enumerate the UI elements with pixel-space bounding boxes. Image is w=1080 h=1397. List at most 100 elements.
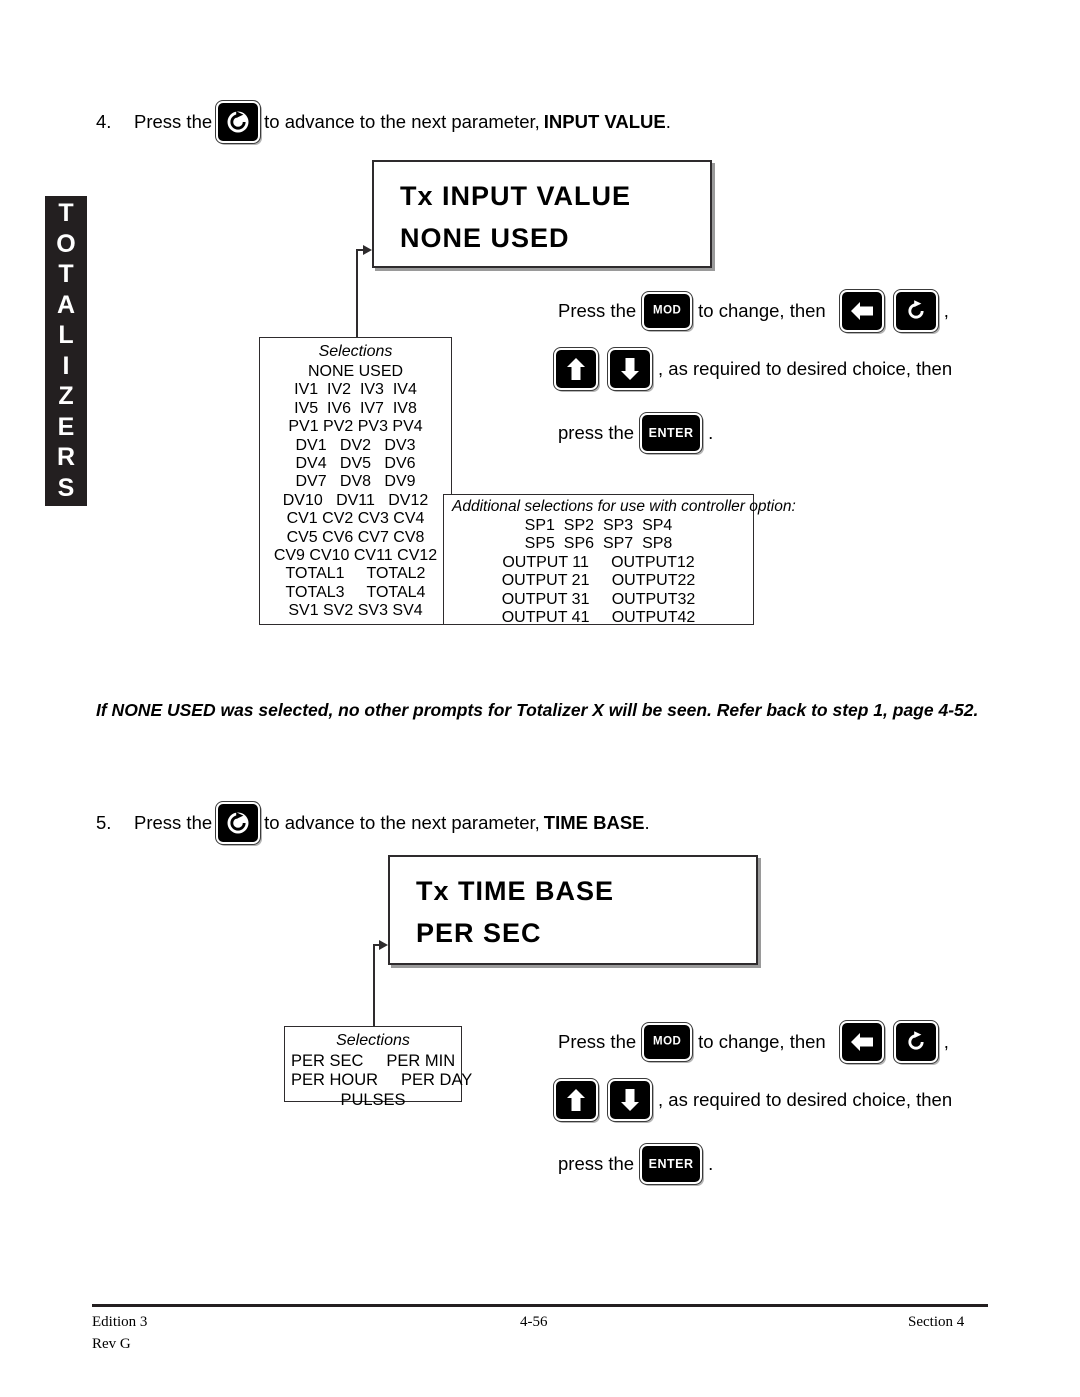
footer-rev-text: Rev G	[92, 1335, 131, 1352]
additional-selection-row: SP5 SP6 SP7 SP8	[524, 535, 673, 553]
instruction-line-2: , as required to desired choice, then	[552, 1074, 958, 1126]
left-arrow-icon	[850, 302, 873, 320]
step-4-number: 4.	[96, 111, 112, 132]
step-5-text-after: to advance to the next parameter,	[264, 812, 540, 833]
tab-letter: R	[56, 443, 76, 472]
selection-row: IV1 IV2 IV3 IV4	[294, 381, 417, 399]
enter-key[interactable]: ENTER	[639, 1143, 704, 1185]
loop-arrow-icon	[908, 1031, 924, 1050]
loop-arrow-icon	[227, 111, 249, 133]
up-arrow-key[interactable]	[553, 1078, 599, 1122]
instructions-time-base: Press the MOD to change, then , , as req…	[552, 1016, 958, 1190]
step-4-parameter: INPUT VALUE	[543, 111, 666, 132]
instructions-input-value: Press the MOD to change, then , , as req…	[552, 285, 958, 459]
selections-box-time-base: Selections PER SEC PER MIN PER HOUR PER …	[284, 1026, 472, 1109]
footer-edition-text: Edition 3	[92, 1314, 148, 1330]
up-arrow-icon	[567, 358, 585, 380]
instr2-text-c: , as required to desired choice, then	[658, 1089, 953, 1110]
note-none-used: If NONE USED was selected, no other prom…	[96, 688, 996, 734]
loop-arrow-key[interactable]	[215, 100, 262, 144]
selection-row: SV1 SV2 SV3 SV4	[288, 602, 423, 620]
left-arrow-key[interactable]	[838, 289, 885, 333]
lcd-display-time-base: Tx TIME BASE PER SEC	[388, 855, 758, 965]
selections-title: Selections	[336, 1032, 410, 1049]
selection-row: CV5 CV6 CV7 CV8	[286, 528, 425, 546]
lcd-display-input-value: Tx INPUT VALUE NONE USED	[372, 160, 712, 268]
lcd-line-1: Tx INPUT VALUE	[400, 181, 632, 211]
instruction-line-1: Press the MOD to change, then ,	[552, 285, 958, 337]
footer-rule	[92, 1304, 988, 1307]
instr2-comma: ,	[943, 1031, 949, 1052]
mod-key[interactable]: MOD	[641, 1022, 694, 1062]
instr2-period: .	[708, 1153, 714, 1174]
instr1-text-a: Press the	[558, 300, 637, 321]
instr2-text-b: to change, then	[698, 1031, 826, 1052]
step-5-parameter: TIME BASE	[543, 812, 645, 833]
tab-letter: T	[58, 260, 74, 289]
down-arrow-key[interactable]	[607, 1078, 653, 1122]
additional-selection-row: SP1 SP2 SP3 SP4	[524, 516, 673, 534]
selection-row: IV5 IV6 IV7 IV8	[294, 399, 417, 417]
connector-arrow-2	[379, 940, 388, 950]
down-arrow-key[interactable]	[607, 347, 653, 391]
additional-selection-row: OUTPUT 41 OUTPUT42	[501, 609, 696, 627]
up-arrow-key[interactable]	[553, 347, 599, 391]
selection-row: DV4 DV5 DV6	[295, 454, 416, 472]
loop-arrow-icon	[908, 300, 924, 319]
left-arrow-key[interactable]	[838, 1020, 885, 1064]
tab-letter: A	[56, 290, 76, 319]
tab-letter: E	[57, 412, 75, 441]
selection-row: DV7 DV8 DV9	[295, 473, 416, 491]
step-4-text-before: Press the	[134, 111, 213, 132]
step-5-text-before: Press the	[134, 812, 213, 833]
selection-row: CV1 CV2 CV3 CV4	[286, 510, 425, 528]
additional-selection-row: OUTPUT 31 OUTPUT32	[501, 590, 696, 608]
instruction-line-1: Press the MOD to change, then ,	[552, 1016, 958, 1068]
tab-letter: T	[58, 199, 74, 228]
tab-letter: S	[57, 473, 75, 502]
up-arrow-icon	[567, 1089, 585, 1111]
section-tab-totalizers: T O T A L I Z E R S	[45, 196, 87, 506]
mod-key-label: MOD	[652, 1035, 682, 1048]
tab-letter: Z	[58, 382, 74, 411]
instruction-line-2: , as required to desired choice, then	[552, 343, 958, 395]
instruction-line-3: press the ENTER .	[552, 407, 958, 459]
loop-arrow-key[interactable]	[215, 801, 262, 845]
step-5-number: 5.	[96, 812, 112, 833]
connector-vertical-1	[356, 249, 358, 337]
manual-page: T O T A L I Z E R S 4. Press the to adva…	[0, 0, 1080, 1397]
connector-vertical-2	[373, 944, 375, 1026]
footer-section: Section 4	[908, 1314, 965, 1330]
loop-arrow-key[interactable]	[892, 1020, 939, 1064]
enter-key[interactable]: ENTER	[639, 412, 704, 454]
instr1-period: .	[708, 422, 714, 443]
selection-row: NONE USED	[307, 363, 404, 380]
step-5: 5. Press the to advance to the next para…	[96, 801, 650, 845]
instr1-comma: ,	[943, 300, 949, 321]
mod-key[interactable]: MOD	[641, 291, 694, 331]
instr1-text-c: , as required to desired choice, then	[658, 358, 953, 379]
tab-letter: O	[56, 229, 76, 258]
lcd-line-2: NONE USED	[400, 222, 570, 253]
down-arrow-icon	[621, 358, 639, 380]
instr1-text-d: press the	[558, 422, 635, 443]
enter-key-label: ENTER	[648, 1156, 694, 1171]
selection-row: CV9 CV10 CV11 CV12	[273, 546, 438, 564]
note-text: If NONE USED was selected, no other prom…	[96, 700, 979, 720]
loop-arrow-key[interactable]	[892, 289, 939, 333]
footer-page-number: 4-56	[520, 1314, 548, 1330]
additional-selection-row: OUTPUT 11 OUTPUT12	[502, 553, 695, 571]
additional-selections-title: Additional selections for use with contr…	[452, 498, 796, 515]
lcd-line-1: Tx TIME BASE	[416, 876, 615, 906]
instr1-text-b: to change, then	[698, 300, 826, 321]
step-4-text-after: to advance to the next parameter,	[264, 111, 540, 132]
step-5-period: .	[644, 812, 650, 833]
tab-letter: I	[62, 351, 70, 380]
footer-edition: Edition 3 Rev G	[92, 1312, 147, 1356]
selections-title: Selections	[318, 343, 393, 360]
connector-arrow-1	[363, 245, 372, 255]
mod-key-label: MOD	[652, 304, 682, 317]
instr2-text-d: press the	[558, 1153, 635, 1174]
additional-selections-box: Additional selections for use with contr…	[443, 494, 796, 627]
selection-row: TOTAL3 TOTAL4	[285, 583, 426, 601]
